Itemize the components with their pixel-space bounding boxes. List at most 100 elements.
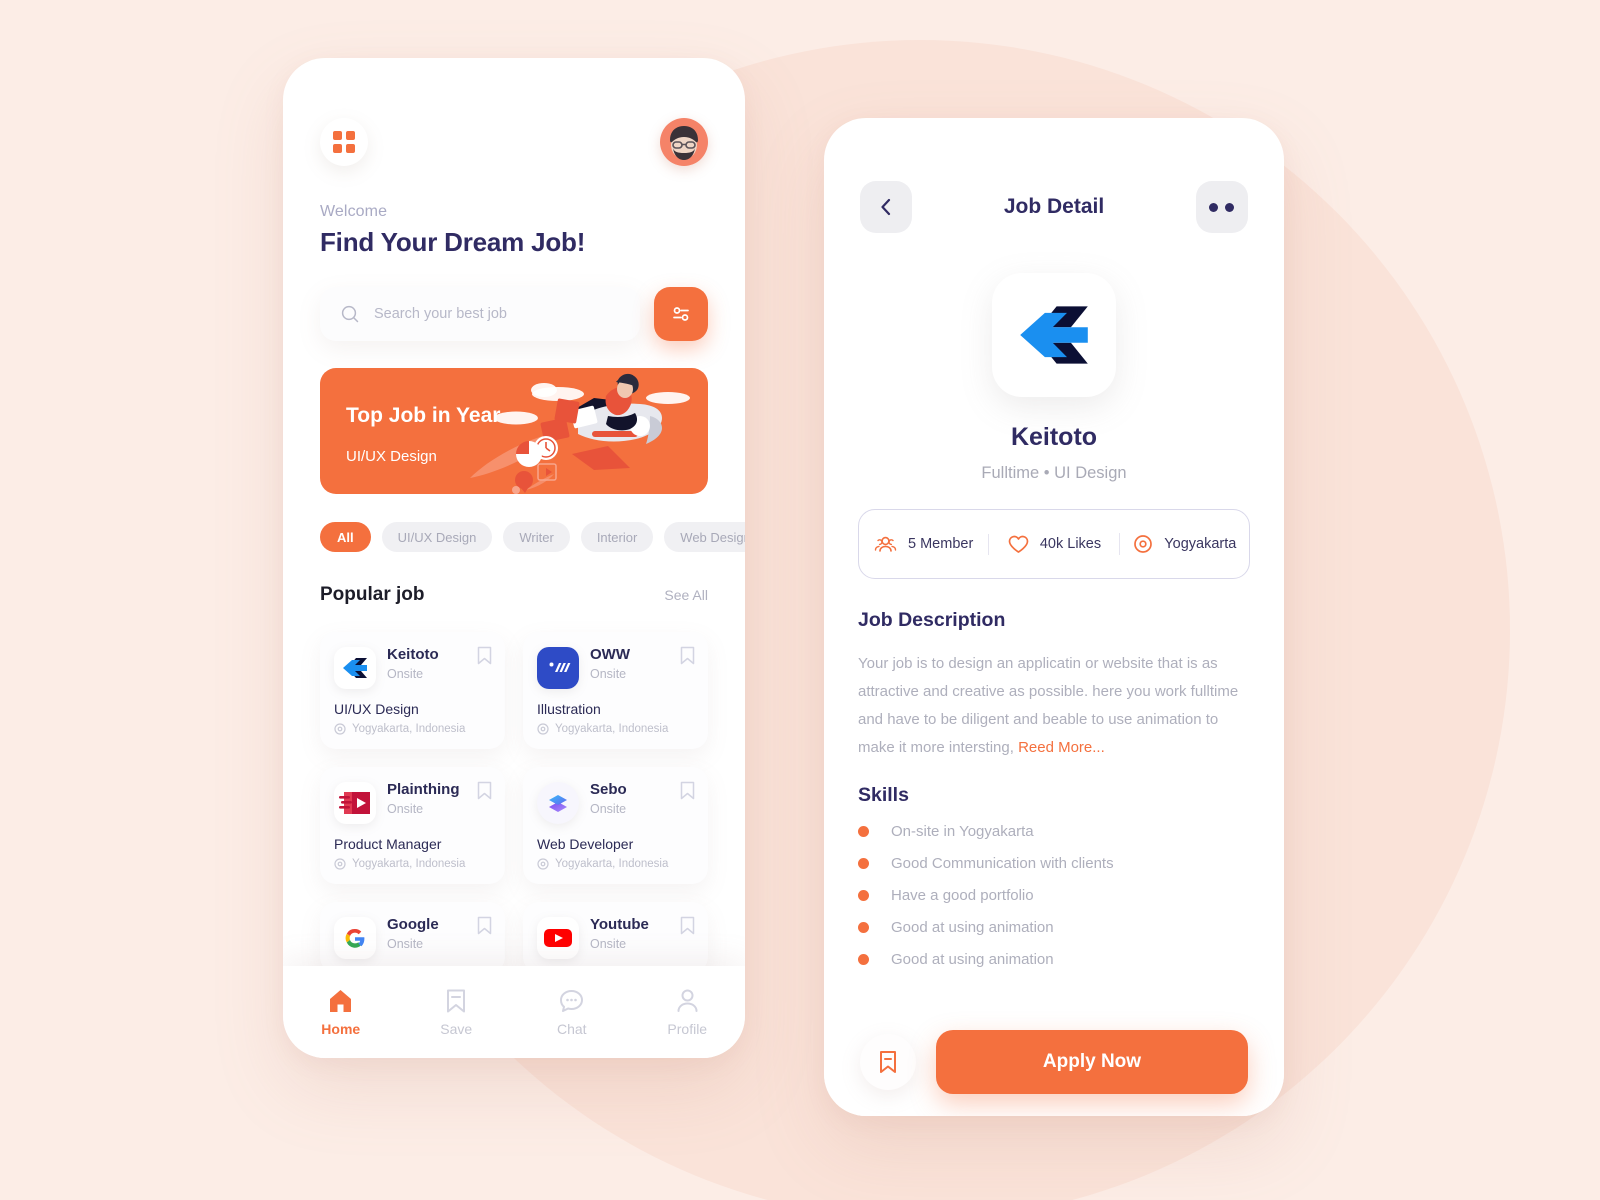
job-location: Yogyakarta, Indonesia — [334, 723, 491, 735]
filter-sliders-icon — [673, 307, 689, 321]
youtube-logo-icon — [537, 917, 579, 959]
company-name: Keitoto — [1010, 423, 1098, 451]
skill-item: Have a good portfolio — [858, 887, 1284, 904]
job-type: Onsite — [387, 936, 424, 951]
search-icon — [341, 305, 359, 323]
job-card-info: Youtube Onsite — [590, 916, 649, 951]
bookmark-icon[interactable] — [680, 781, 695, 800]
avatar[interactable] — [660, 118, 708, 166]
company-logo-wrap — [824, 273, 1284, 397]
stat-location: Yogyakarta — [1118, 533, 1249, 555]
bookmark-icon — [447, 989, 466, 1012]
google-logo-icon — [334, 917, 376, 959]
read-more-link[interactable]: Reed More... — [1018, 739, 1105, 756]
section-title: Popular job — [320, 584, 425, 605]
bookmark-icon[interactable] — [477, 646, 492, 665]
job-company-name: Plainthing — [387, 781, 460, 798]
bookmark-icon[interactable] — [477, 916, 492, 935]
top-job-banner[interactable]: Top Job in Year UI/UX Design — [320, 368, 708, 494]
job-card[interactable]: Youtube Onsite — [523, 902, 708, 973]
job-type: Onsite — [590, 936, 627, 951]
popular-job-header: Popular job See All — [320, 584, 708, 606]
job-role: Product Manager — [334, 836, 442, 852]
nav-item-chat[interactable]: Chat — [514, 988, 630, 1037]
save-job-button[interactable] — [860, 1034, 916, 1090]
grid-menu-button[interactable] — [320, 118, 368, 166]
search-input[interactable]: Search your best job — [320, 287, 640, 341]
category-chip-webdesign[interactable]: Web Design — [664, 522, 745, 552]
job-card-grid: Keitoto Onsite UI/UX Design Yogyakarta, … — [320, 632, 708, 973]
stat-members-label: 5 Member — [908, 536, 974, 552]
see-all-link[interactable]: See All — [664, 587, 708, 603]
phone-job-detail-screen: Job Detail Keitoto Fulltime • UI Design — [824, 118, 1284, 1116]
keitoto-logo-icon — [334, 647, 376, 689]
bookmark-icon — [880, 1051, 896, 1073]
plainthing-logo-icon — [334, 782, 376, 824]
skill-label: Good at using animation — [891, 950, 1054, 968]
home-header — [283, 58, 745, 166]
chat-bubble-icon — [560, 989, 584, 1012]
stats-bar: 5 Member 40k Likes Yogyakarta — [858, 509, 1250, 579]
skill-item: Good Communication with clients — [858, 855, 1284, 872]
job-card[interactable]: Sebo Onsite Web Developer Yogyakarta, In… — [523, 767, 708, 884]
company-meta: Fulltime • UI Design — [981, 464, 1127, 482]
nav-item-save[interactable]: Save — [399, 988, 515, 1037]
bullet-icon — [858, 953, 869, 965]
job-type: Onsite — [387, 666, 424, 681]
user-avatar-icon — [670, 126, 698, 160]
grid-icon — [333, 131, 355, 153]
bullet-icon — [858, 889, 869, 901]
bookmark-icon[interactable] — [477, 781, 492, 800]
keitoto-logo-icon — [992, 273, 1116, 397]
location-pin-icon — [537, 723, 549, 735]
job-location-label: Yogyakarta, Indonesia — [352, 723, 466, 735]
skills-list: On-site in Yogyakarta Good Communication… — [858, 823, 1284, 968]
job-location: Yogyakarta, Indonesia — [334, 858, 491, 870]
job-card-info: Google Onsite — [387, 916, 439, 951]
bookmark-icon[interactable] — [680, 916, 695, 935]
stat-likes-label: 40k Likes — [1039, 536, 1102, 552]
job-card[interactable]: OWW Onsite Illustration Yogyakarta, Indo… — [523, 632, 708, 749]
job-type: Onsite — [590, 801, 627, 816]
category-chip-writer[interactable]: Writer — [503, 522, 570, 552]
category-chip-uiux[interactable]: UI/UX Design — [381, 522, 493, 552]
bookmark-icon[interactable] — [680, 646, 695, 665]
page-title: Job Detail — [1003, 195, 1105, 218]
skill-label: On-site in Yogyakarta — [891, 822, 1034, 840]
nav-item-profile[interactable]: Profile — [630, 988, 746, 1037]
home-icon — [330, 989, 352, 1012]
apply-now-button[interactable]: Apply Now — [936, 1030, 1248, 1094]
bullet-icon — [858, 825, 869, 837]
rocket-illustration — [470, 373, 690, 494]
job-card[interactable]: Plainthing Onsite Product Manager Yogyak… — [320, 767, 505, 884]
filter-button[interactable] — [654, 287, 708, 341]
more-options-button[interactable] — [1195, 181, 1248, 233]
stat-location-label: Yogyakarta — [1164, 536, 1237, 552]
category-chip-interior[interactable]: Interior — [580, 522, 654, 552]
job-company-name: OWW — [590, 646, 630, 663]
category-chip-all[interactable]: All — [320, 522, 371, 552]
job-role: UI/UX Design — [334, 701, 419, 717]
nav-item-home[interactable]: Home — [283, 988, 399, 1037]
job-card[interactable]: Keitoto Onsite UI/UX Design Yogyakarta, … — [320, 632, 505, 749]
back-button[interactable] — [860, 181, 912, 233]
skills-title: Skills — [858, 783, 909, 806]
skill-item: Good at using animation — [858, 951, 1284, 968]
job-company-name: Sebo — [590, 781, 627, 798]
phone-home-screen: Welcome Find Your Dream Job! Search your… — [283, 58, 745, 1058]
location-pin-icon — [1134, 535, 1153, 553]
job-card[interactable]: Google Onsite — [320, 902, 505, 973]
location-pin-icon — [334, 858, 346, 870]
search-row: Search your best job — [320, 287, 708, 341]
bullet-icon — [858, 857, 869, 869]
sebo-logo-icon — [537, 782, 579, 824]
nav-label-home: Home — [321, 1020, 361, 1037]
skill-item: Good at using animation — [858, 919, 1284, 936]
job-company-name: Keitoto — [387, 646, 439, 663]
job-card-top: Keitoto Onsite — [334, 646, 491, 689]
bullet-icon — [858, 921, 869, 933]
skill-label: Have a good portfolio — [891, 886, 1034, 904]
job-description-title: Job Description — [858, 609, 1006, 631]
search-placeholder: Search your best job — [374, 306, 507, 322]
job-type: Onsite — [387, 801, 424, 816]
